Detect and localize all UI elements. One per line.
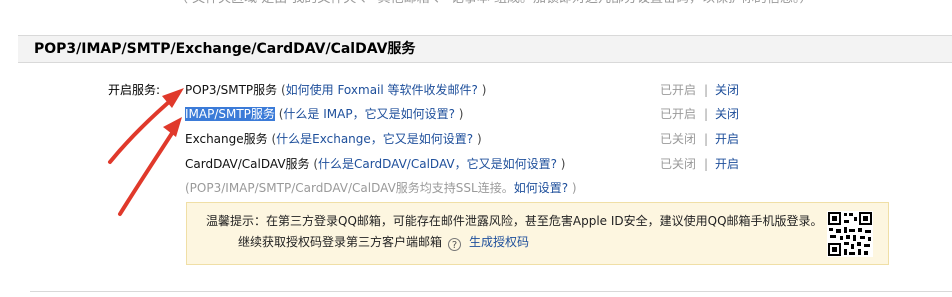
service-name: CardDAV/CalDAV服务: [185, 157, 310, 171]
tip-message: 温馨提示：在第三方登录QQ邮箱，可能存在邮件泄露风险，甚至危害Apple ID安…: [206, 214, 823, 228]
tip-auth-line: 继续获取授权码登录第三方客户端邮箱? 生成授权码: [238, 234, 529, 251]
paren-close: ): [454, 107, 464, 121]
folder-lock-description: （ 文件夹区域 是由 我的文件夹 、 其他邮箱 、 记事本 组成。加锁即对这几部…: [175, 0, 813, 8]
paren-close: ): [473, 132, 482, 146]
service-toggle-button[interactable]: 关闭: [715, 106, 739, 122]
section-title: POP3/IMAP/SMTP/Exchange/CardDAV/CalDAV服务: [34, 41, 416, 57]
service-row-carddav: CardDAV/CalDAV服务 (什么是CardDAV/CalDAV，它又是如…: [185, 156, 885, 176]
service-help-link[interactable]: 什么是 IMAP，它又是如何设置?: [283, 107, 455, 121]
paren-open: (: [309, 157, 319, 171]
paren-open: (: [267, 132, 277, 146]
help-circle-icon[interactable]: ?: [448, 238, 462, 251]
tip-auth-text: 继续获取授权码登录第三方客户端邮箱: [238, 235, 443, 249]
service-status: 已关闭: [660, 157, 697, 171]
service-row-pop3: POP3/SMTP服务 (如何使用 Foxmail 等软件收发邮件? ) 已开启…: [185, 82, 885, 102]
red-arrow-icon: [118, 117, 182, 216]
service-toggle-button[interactable]: 开启: [715, 156, 739, 172]
ssl-note-close: ): [568, 181, 577, 195]
service-row-exchange: Exchange服务 (什么是Exchange，它又是如何设置? ) 已关闭 |…: [185, 131, 885, 151]
generate-auth-code-link[interactable]: 生成授权码: [469, 235, 529, 249]
ssl-setup-link[interactable]: 如何设置?: [514, 181, 568, 195]
paren-close: ): [556, 157, 566, 171]
service-status: 已开启: [660, 107, 697, 121]
separator: |: [704, 132, 709, 146]
settings-page: （ 文件夹区域 是由 我的文件夹 、 其他邮箱 、 记事本 组成。加锁即对这几部…: [0, 0, 952, 297]
paren-close: ): [477, 83, 487, 97]
service-help-link[interactable]: 什么是CardDAV/CalDAV，它又是如何设置?: [318, 157, 557, 171]
red-arrow-icon: [108, 88, 184, 164]
service-label: 开启服务:: [108, 83, 161, 97]
service-help-link[interactable]: 什么是Exchange，它又是如何设置?: [276, 132, 473, 146]
service-toggle-button[interactable]: 开启: [715, 131, 739, 147]
separator: |: [704, 83, 709, 97]
service-name: IMAP/SMTP服务: [185, 107, 275, 121]
separator: |: [704, 157, 709, 171]
qr-code-icon: [827, 211, 873, 257]
section-header: POP3/IMAP/SMTP/Exchange/CardDAV/CalDAV服务: [18, 35, 952, 63]
warning-tip-box: 温馨提示：在第三方登录QQ邮箱，可能存在邮件泄露风险，甚至危害Apple ID安…: [186, 202, 889, 265]
service-row-imap: IMAP/SMTP服务 (什么是 IMAP，它又是如何设置? ) 已开启 | 关…: [185, 106, 885, 126]
separator: |: [704, 107, 709, 121]
service-name: POP3/SMTP服务: [185, 83, 278, 97]
ssl-note: (POP3/IMAP/SMTP/CardDAV/CalDAV服务均支持SSL连接…: [185, 180, 577, 196]
service-status: 已开启: [660, 83, 697, 97]
service-status: 已关闭: [660, 132, 697, 146]
bottom-divider: [30, 291, 952, 292]
service-help-link[interactable]: 如何使用 Foxmail 等软件收发邮件?: [286, 83, 478, 97]
ssl-note-text: (POP3/IMAP/SMTP/CardDAV/CalDAV服务均支持SSL连接…: [185, 181, 514, 195]
service-name: Exchange服务: [185, 132, 268, 146]
paren-open: (: [277, 83, 286, 97]
service-toggle-button[interactable]: 关闭: [715, 82, 739, 98]
